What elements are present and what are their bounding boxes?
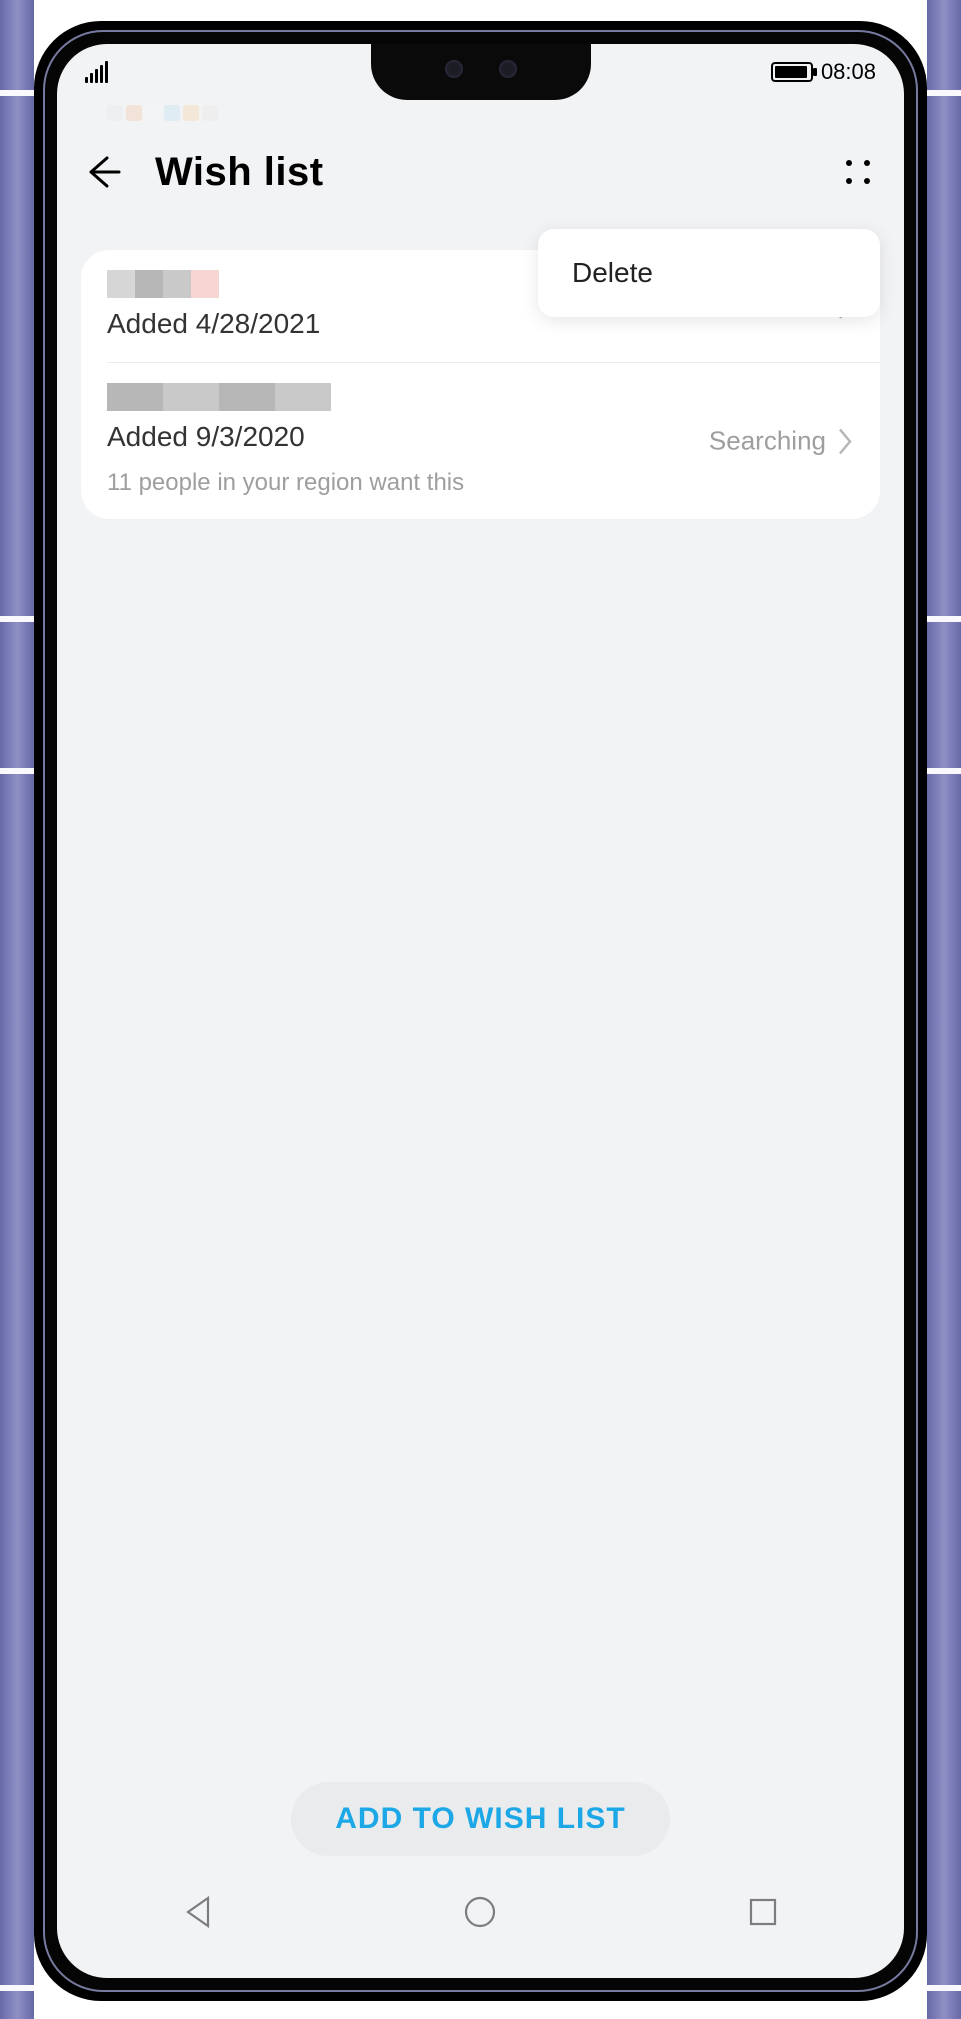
item-status: Searching — [709, 426, 854, 457]
phone-right-edge — [927, 0, 961, 2019]
battery-icon — [771, 62, 813, 82]
item-status-label: Searching — [709, 426, 826, 457]
back-icon[interactable] — [83, 152, 123, 192]
nav-home-icon[interactable] — [460, 1892, 500, 1937]
delete-menu-item[interactable]: Delete — [572, 257, 846, 289]
app-thumbnail-blurred — [107, 383, 854, 411]
notch — [371, 44, 591, 100]
nav-recent-icon[interactable] — [743, 1892, 783, 1937]
phone-frame: 08:08 Wish list — [34, 21, 927, 2001]
app-header: Wish list — [57, 129, 904, 215]
page-title: Wish list — [155, 150, 324, 195]
recent-apps-blurred — [107, 102, 218, 124]
nav-back-icon[interactable] — [178, 1892, 218, 1937]
overflow-menu: Delete — [538, 229, 880, 317]
phone-left-edge — [0, 0, 34, 2019]
signal-icon — [85, 61, 108, 83]
more-icon[interactable] — [838, 152, 878, 192]
item-subtext: 11 people in your region want this — [107, 469, 854, 497]
wishlist-item[interactable]: Added 9/3/2020 Searching 11 people in yo… — [107, 362, 880, 519]
add-to-wishlist-button[interactable]: ADD TO WISH LIST — [291, 1782, 669, 1856]
chevron-right-icon — [836, 426, 854, 456]
system-nav-bar — [57, 1874, 904, 1954]
clock: 08:08 — [821, 59, 876, 85]
screen: 08:08 Wish list — [57, 44, 904, 1978]
